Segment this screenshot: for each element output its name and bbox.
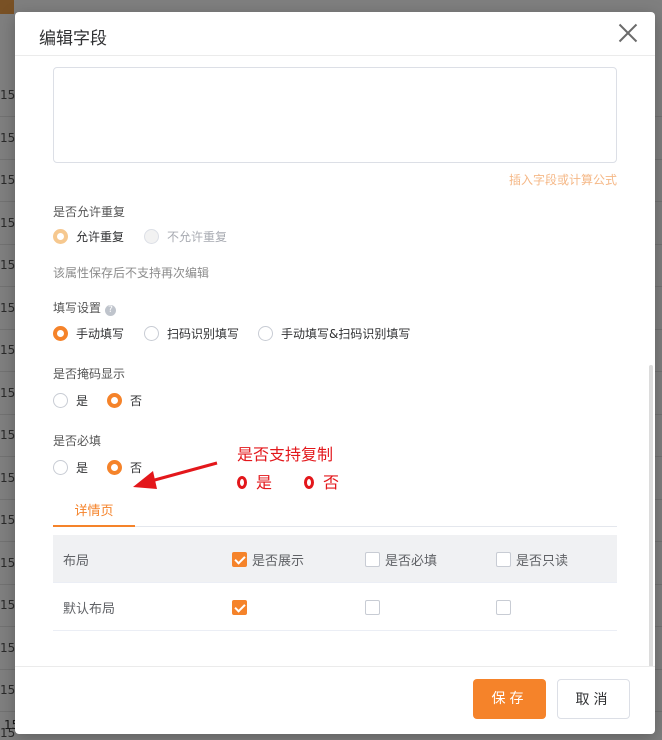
annotation-title: 是否支持复制	[237, 445, 334, 464]
table-header-readonly: 是否只读	[496, 535, 568, 583]
annotation-option-no-label: 否	[323, 473, 340, 492]
tab-bar: 详情页	[53, 497, 617, 527]
edit-field-dialog: 编辑字段 插入字段或计算公式 是否允许重复 允许重复 不允许重复 该属性保存后不…	[15, 12, 655, 734]
radio-dot	[144, 326, 159, 341]
annotation-arrow-icon	[133, 461, 218, 489]
cancel-button[interactable]: 取消	[557, 679, 630, 719]
radio-manual-fill[interactable]: 手动填写	[53, 325, 124, 342]
radio-dot	[53, 326, 68, 341]
table-header-label: 是否必填	[385, 553, 438, 569]
checkbox-header-required[interactable]	[365, 551, 380, 567]
radio-label: 手动填写	[76, 327, 125, 341]
fill-setting-label-text: 填写设置	[53, 301, 102, 315]
allow-duplicate-hint: 该属性保存后不支持再次编辑	[53, 266, 210, 280]
radio-dot	[53, 229, 68, 244]
dialog-body: 插入字段或计算公式 是否允许重复 允许重复 不允许重复 该属性保存后不支持再次编…	[15, 57, 655, 666]
table-header-row: 布局 是否展示 是否必填 是否只读	[53, 535, 617, 583]
table-cell-required	[365, 583, 385, 631]
checkbox-header-show[interactable]	[232, 551, 247, 567]
radio-label: 是	[76, 394, 89, 408]
radio-dot	[53, 393, 68, 408]
formula-textarea[interactable]	[53, 67, 617, 163]
layout-table: 布局 是否展示 是否必填 是否只读 默认布局	[53, 535, 617, 631]
radio-manual-and-scan-fill[interactable]: 手动填写&扫码识别填写	[258, 325, 410, 342]
allow-duplicate-label: 是否允许重复	[53, 205, 126, 219]
annotation-ring-icon	[237, 476, 247, 489]
radio-allow-duplicate: 允许重复	[53, 228, 124, 245]
radio-label: 允许重复	[76, 230, 125, 244]
required-label: 是否必填	[53, 434, 102, 448]
radio-scan-fill[interactable]: 扫码识别填写	[144, 325, 239, 342]
radio-dot	[53, 460, 68, 475]
radio-label: 是	[76, 461, 89, 475]
checkbox-row-show[interactable]	[232, 599, 247, 615]
table-cell-readonly	[496, 583, 516, 631]
table-row: 默认布局	[53, 583, 617, 631]
radio-dot	[144, 229, 159, 244]
annotation-option-no: 否	[304, 469, 339, 493]
question-circle-icon[interactable]: ?	[105, 305, 117, 316]
save-button[interactable]: 保存	[473, 679, 546, 719]
close-icon[interactable]	[617, 22, 639, 44]
radio-label: 否	[130, 394, 143, 408]
table-header-required: 是否必填	[365, 535, 437, 583]
radio-label: 手动填写&扫码识别填写	[281, 327, 411, 341]
masked-display-label: 是否掩码显示	[53, 367, 126, 381]
fill-setting-label: 填写设置?	[53, 299, 117, 316]
dialog-footer: 保存 取消	[15, 666, 655, 734]
tab-detail-page[interactable]: 详情页	[53, 497, 135, 527]
radio-label: 不允许重复	[167, 230, 228, 244]
radio-dot	[107, 460, 122, 475]
annotation-option-yes: 是	[237, 469, 272, 493]
checkbox-header-readonly[interactable]	[496, 551, 511, 567]
dialog-title: 编辑字段	[39, 29, 107, 49]
radio-dot	[258, 326, 273, 341]
scrollbar[interactable]	[649, 365, 653, 666]
insert-formula-link[interactable]: 插入字段或计算公式	[509, 171, 617, 188]
checkbox-row-required[interactable]	[365, 599, 380, 615]
radio-masked-yes[interactable]: 是	[53, 392, 88, 409]
radio-label: 扫码识别填写	[167, 327, 240, 341]
dialog-header: 编辑字段	[15, 12, 655, 56]
annotation-option-yes-label: 是	[256, 473, 273, 492]
radio-disallow-duplicate: 不允许重复	[144, 228, 227, 245]
table-cell-layout: 默认布局	[63, 601, 116, 617]
annotation-ring-icon	[304, 476, 314, 489]
table-header-label: 是否只读	[516, 553, 569, 569]
table-header-layout: 布局	[63, 553, 90, 569]
table-header-label: 是否展示	[252, 553, 305, 569]
radio-masked-no[interactable]: 否	[107, 392, 142, 409]
radio-dot	[107, 393, 122, 408]
checkbox-row-readonly[interactable]	[496, 599, 511, 615]
table-cell-show	[232, 583, 252, 631]
radio-required-yes[interactable]: 是	[53, 459, 88, 476]
table-header-show: 是否展示	[232, 535, 304, 583]
